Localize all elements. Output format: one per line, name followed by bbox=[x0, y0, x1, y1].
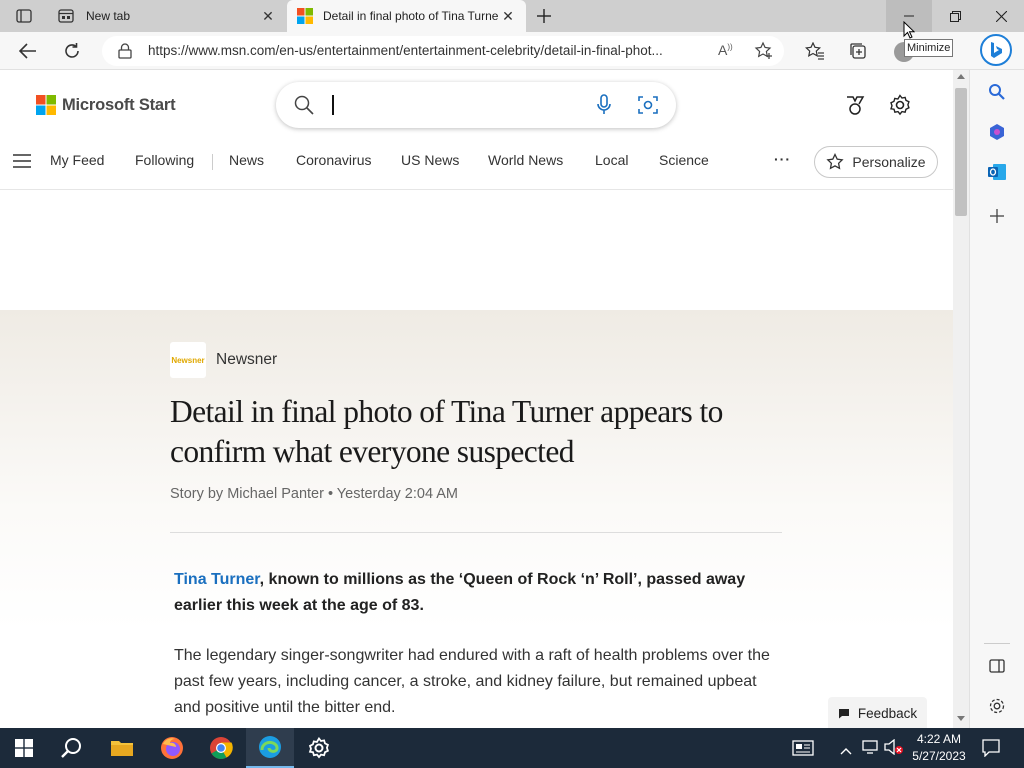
hamburger-menu-icon[interactable] bbox=[13, 154, 31, 168]
clock-time: 4:22 AM bbox=[916, 732, 962, 746]
byline-divider bbox=[170, 532, 782, 533]
tab-actions-icon[interactable] bbox=[14, 6, 34, 26]
microsoft-logo-icon bbox=[36, 95, 56, 115]
start-button[interactable] bbox=[0, 728, 48, 768]
close-window-button[interactable] bbox=[978, 0, 1024, 32]
nav-coronavirus[interactable]: Coronavirus bbox=[296, 152, 371, 168]
new-tab-button[interactable] bbox=[533, 5, 555, 27]
nav-following[interactable]: Following bbox=[135, 152, 194, 168]
msn-favicon-icon bbox=[297, 8, 313, 24]
back-button[interactable] bbox=[13, 36, 43, 66]
collections-icon[interactable] bbox=[843, 36, 873, 66]
network-icon[interactable] bbox=[862, 739, 880, 760]
favorites-icon[interactable] bbox=[800, 36, 830, 66]
tab-active-article[interactable]: Detail in final photo of Tina Turner app… bbox=[287, 0, 526, 32]
new-tab-icon bbox=[58, 9, 74, 23]
restore-button[interactable] bbox=[932, 0, 978, 32]
discover-icon[interactable] bbox=[984, 119, 1010, 145]
article-lead-paragraph: Tina Turner, known to millions as the ‘Q… bbox=[174, 567, 784, 619]
nav-us-news[interactable]: US News bbox=[401, 152, 459, 168]
scroll-up-arrow-icon[interactable] bbox=[957, 74, 965, 79]
nav-world-news[interactable]: World News bbox=[488, 152, 563, 168]
feedback-icon bbox=[838, 708, 849, 718]
search-caret bbox=[332, 95, 334, 115]
mouse-cursor-icon bbox=[903, 20, 916, 44]
personalize-label: Personalize bbox=[852, 154, 926, 170]
url-bar[interactable]: https://www.msn.com/en-us/entertainment/… bbox=[102, 36, 784, 66]
refresh-button[interactable] bbox=[57, 36, 87, 66]
tab-title: Detail in final photo of Tina Turner app… bbox=[323, 9, 499, 23]
url-text[interactable]: https://www.msn.com/en-us/entertainment/… bbox=[148, 43, 708, 58]
feedback-button[interactable]: Feedback bbox=[828, 697, 927, 729]
nav-divider bbox=[0, 189, 953, 190]
article-byline: Story by Michael Panter • Yesterday 2:04… bbox=[170, 486, 458, 502]
read-aloud-icon[interactable]: A)) bbox=[718, 42, 733, 58]
nav-local[interactable]: Local bbox=[595, 152, 628, 168]
tina-turner-link[interactable]: Tina Turner bbox=[174, 571, 260, 588]
news-widget-icon[interactable] bbox=[792, 740, 814, 761]
hide-sidebar-icon[interactable] bbox=[984, 653, 1010, 679]
settings-taskbar-icon[interactable] bbox=[295, 728, 343, 768]
scroll-down-arrow-icon[interactable] bbox=[957, 716, 965, 721]
visual-search-icon[interactable] bbox=[638, 95, 658, 115]
publisher-logo-text: Newsner bbox=[171, 355, 205, 365]
personalize-star-icon bbox=[826, 153, 845, 170]
clock-date: 5/27/2023 bbox=[912, 749, 966, 763]
tab-title: New tab bbox=[86, 9, 131, 23]
nav-news[interactable]: News bbox=[229, 152, 264, 168]
publisher-logo[interactable]: Newsner bbox=[170, 342, 206, 378]
lock-icon[interactable] bbox=[118, 43, 132, 59]
scrollbar-thumb[interactable] bbox=[955, 88, 967, 216]
feedback-label: Feedback bbox=[857, 705, 918, 721]
taskbar-clock[interactable]: 4:22 AM 5/27/2023 bbox=[905, 731, 973, 765]
nav-separator bbox=[212, 154, 213, 170]
taskbar-search-icon[interactable] bbox=[48, 728, 96, 768]
personalize-button[interactable]: Personalize bbox=[814, 146, 938, 178]
rewards-icon[interactable] bbox=[845, 95, 865, 117]
sidebar-settings-icon[interactable] bbox=[984, 693, 1010, 719]
outlook-icon[interactable] bbox=[984, 159, 1010, 185]
nav-science[interactable]: Science bbox=[659, 152, 709, 168]
publisher-name[interactable]: Newsner bbox=[216, 351, 277, 369]
microphone-icon[interactable] bbox=[596, 94, 612, 116]
brand-name: Microsoft Start bbox=[62, 95, 176, 114]
show-hidden-icons-icon[interactable] bbox=[840, 742, 852, 760]
firefox-icon[interactable] bbox=[148, 728, 196, 768]
nav-my-feed[interactable]: My Feed bbox=[50, 152, 104, 168]
more-nav-icon[interactable]: ··· bbox=[774, 151, 791, 167]
add-sidebar-icon[interactable] bbox=[984, 203, 1010, 229]
volume-muted-icon[interactable] bbox=[884, 738, 904, 760]
lead-text: , known to millions as the ‘Queen of Roc… bbox=[174, 571, 746, 614]
search-sidebar-icon[interactable] bbox=[984, 79, 1010, 105]
notifications-icon[interactable] bbox=[982, 739, 1000, 762]
site-search-box[interactable] bbox=[276, 82, 676, 128]
bing-chat-icon[interactable] bbox=[980, 34, 1012, 66]
close-tab-icon[interactable]: ✕ bbox=[260, 8, 276, 24]
search-input[interactable] bbox=[336, 92, 586, 118]
edge-taskbar-icon[interactable] bbox=[246, 728, 294, 768]
file-explorer-icon[interactable] bbox=[98, 728, 146, 768]
microsoft-start-logo[interactable]: Microsoft Start bbox=[36, 95, 176, 115]
article-headline: Detail in final photo of Tina Turner app… bbox=[170, 394, 723, 469]
search-icon[interactable] bbox=[294, 95, 314, 115]
close-tab-icon[interactable]: ✕ bbox=[500, 8, 516, 24]
add-favorite-icon[interactable] bbox=[754, 41, 774, 61]
site-settings-icon[interactable] bbox=[889, 94, 911, 116]
sidebar-divider bbox=[984, 643, 1010, 644]
tab-new-tab[interactable]: New tab ✕ bbox=[48, 0, 286, 32]
chrome-icon[interactable] bbox=[197, 728, 245, 768]
article-paragraph: The legendary singer-songwriter had endu… bbox=[174, 647, 770, 716]
